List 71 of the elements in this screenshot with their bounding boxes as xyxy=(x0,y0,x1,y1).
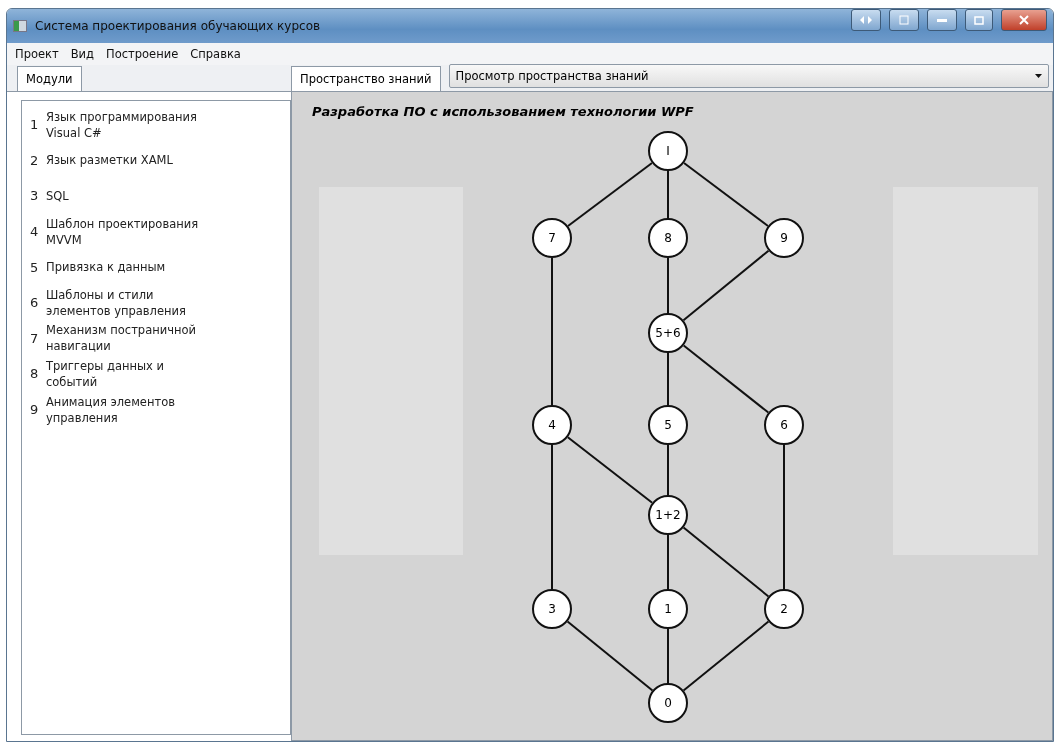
module-title[interactable]: Анимация элементов управления xyxy=(46,393,216,426)
graph-edge xyxy=(667,534,669,590)
minimize-icon xyxy=(937,18,947,22)
module-number: 9 xyxy=(30,402,38,418)
node-label: I xyxy=(666,144,670,158)
graph-node xyxy=(648,218,688,258)
graph-node xyxy=(648,495,688,535)
close-icon xyxy=(1019,15,1029,25)
tab[interactable]: Модули xyxy=(17,66,82,91)
module-number: 5 xyxy=(30,259,38,275)
arrows-icon xyxy=(860,16,872,24)
module-title[interactable]: Механизм постраничной навигации xyxy=(46,322,216,355)
view-select[interactable]: Просмотр пространства знаний xyxy=(448,64,1049,88)
square-icon xyxy=(899,15,909,25)
graph-title: Разработка ПО с использованием технологии WPF xyxy=(312,104,694,119)
node-label: 6 xyxy=(780,418,788,432)
graph-node xyxy=(648,131,688,171)
node-label: 5+6 xyxy=(655,326,681,340)
module-number: 1 xyxy=(30,117,38,133)
graph-node xyxy=(648,683,688,723)
title-button[interactable] xyxy=(851,9,881,31)
graph-node xyxy=(764,589,804,629)
graph-node xyxy=(648,313,688,353)
graph-edge xyxy=(667,257,669,314)
module-title[interactable]: Шаблон проектирования MVVM xyxy=(46,215,216,248)
node-label: 1 xyxy=(664,602,672,616)
node-label: 8 xyxy=(664,231,672,245)
module-number: 8 xyxy=(30,366,38,382)
module-number: 2 xyxy=(30,152,38,168)
node-label: 1+2 xyxy=(655,508,681,522)
module-number: 7 xyxy=(30,330,38,346)
tab[interactable]: Пространство знаний xyxy=(291,66,441,91)
graph-node xyxy=(764,405,804,445)
graph-edge xyxy=(667,170,669,219)
graph-edge xyxy=(667,444,669,496)
module-number: 4 xyxy=(30,224,38,240)
graph-node xyxy=(532,218,572,258)
app-icon xyxy=(13,20,27,32)
maximize-icon xyxy=(974,15,984,25)
menu-item[interactable]: Построение xyxy=(102,45,183,63)
graph-node xyxy=(764,218,804,258)
graph-node xyxy=(532,405,572,445)
menu-item[interactable]: Справка xyxy=(186,45,245,63)
graph-edge xyxy=(667,628,669,684)
node-label: 9 xyxy=(780,231,788,245)
graph-node xyxy=(648,589,688,629)
window-title: Система проектирования обучающих курсов xyxy=(35,19,322,33)
module-number: 6 xyxy=(30,295,38,311)
module-title[interactable]: Шаблоны и стили элементов управления xyxy=(46,286,216,319)
graph-node xyxy=(532,589,572,629)
node-label: 4 xyxy=(548,418,556,432)
node-label: 3 xyxy=(548,602,556,616)
module-title[interactable]: SQL xyxy=(46,188,216,204)
node-label: 5 xyxy=(664,418,672,432)
module-title[interactable]: Триггеры данных и событий xyxy=(46,357,216,390)
menu-item[interactable]: Проект xyxy=(11,45,63,63)
module-title[interactable]: Язык разметки XAML xyxy=(46,152,216,169)
module-title[interactable]: Язык программирования Visual C# xyxy=(46,108,216,141)
graph-edge xyxy=(667,352,669,406)
dropdown-icon xyxy=(1035,74,1042,78)
module-number: 3 xyxy=(30,188,38,204)
node-label: 2 xyxy=(780,602,788,616)
title-button[interactable] xyxy=(889,9,919,31)
maximize-button[interactable] xyxy=(965,9,993,31)
menu-item[interactable]: Вид xyxy=(66,45,99,63)
minimize-button[interactable] xyxy=(927,9,957,31)
close-button[interactable] xyxy=(1001,9,1047,31)
node-label: 7 xyxy=(548,231,556,245)
graph-node xyxy=(648,405,688,445)
node-label: 0 xyxy=(664,696,672,710)
module-title[interactable]: Привязка к данным xyxy=(46,259,216,276)
